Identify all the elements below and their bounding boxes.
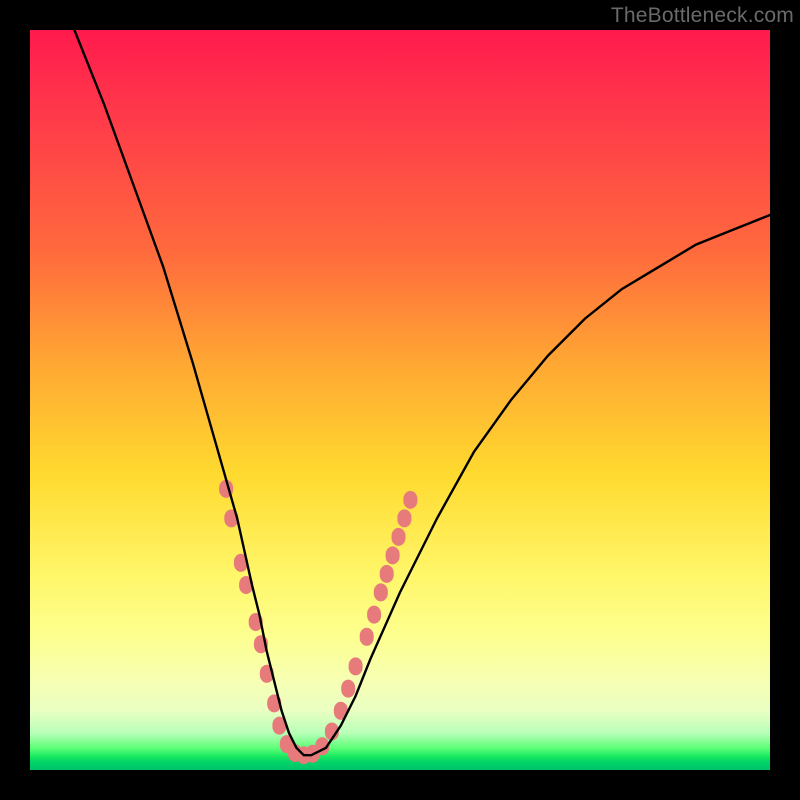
marker-dot bbox=[386, 546, 400, 564]
watermark-text: TheBottleneck.com bbox=[611, 4, 794, 28]
marker-dot bbox=[349, 657, 363, 675]
marker-dot bbox=[403, 491, 417, 509]
marker-dot bbox=[397, 509, 411, 527]
marker-dot bbox=[380, 565, 394, 583]
chart-svg bbox=[30, 30, 770, 770]
marker-dot bbox=[360, 628, 374, 646]
marker-dot bbox=[367, 606, 381, 624]
marker-dot bbox=[341, 680, 355, 698]
marker-dot bbox=[374, 583, 388, 601]
marker-dot bbox=[392, 528, 406, 546]
chart-frame: TheBottleneck.com bbox=[0, 0, 800, 800]
plot-area bbox=[30, 30, 770, 770]
bottleneck-curve bbox=[74, 30, 770, 755]
